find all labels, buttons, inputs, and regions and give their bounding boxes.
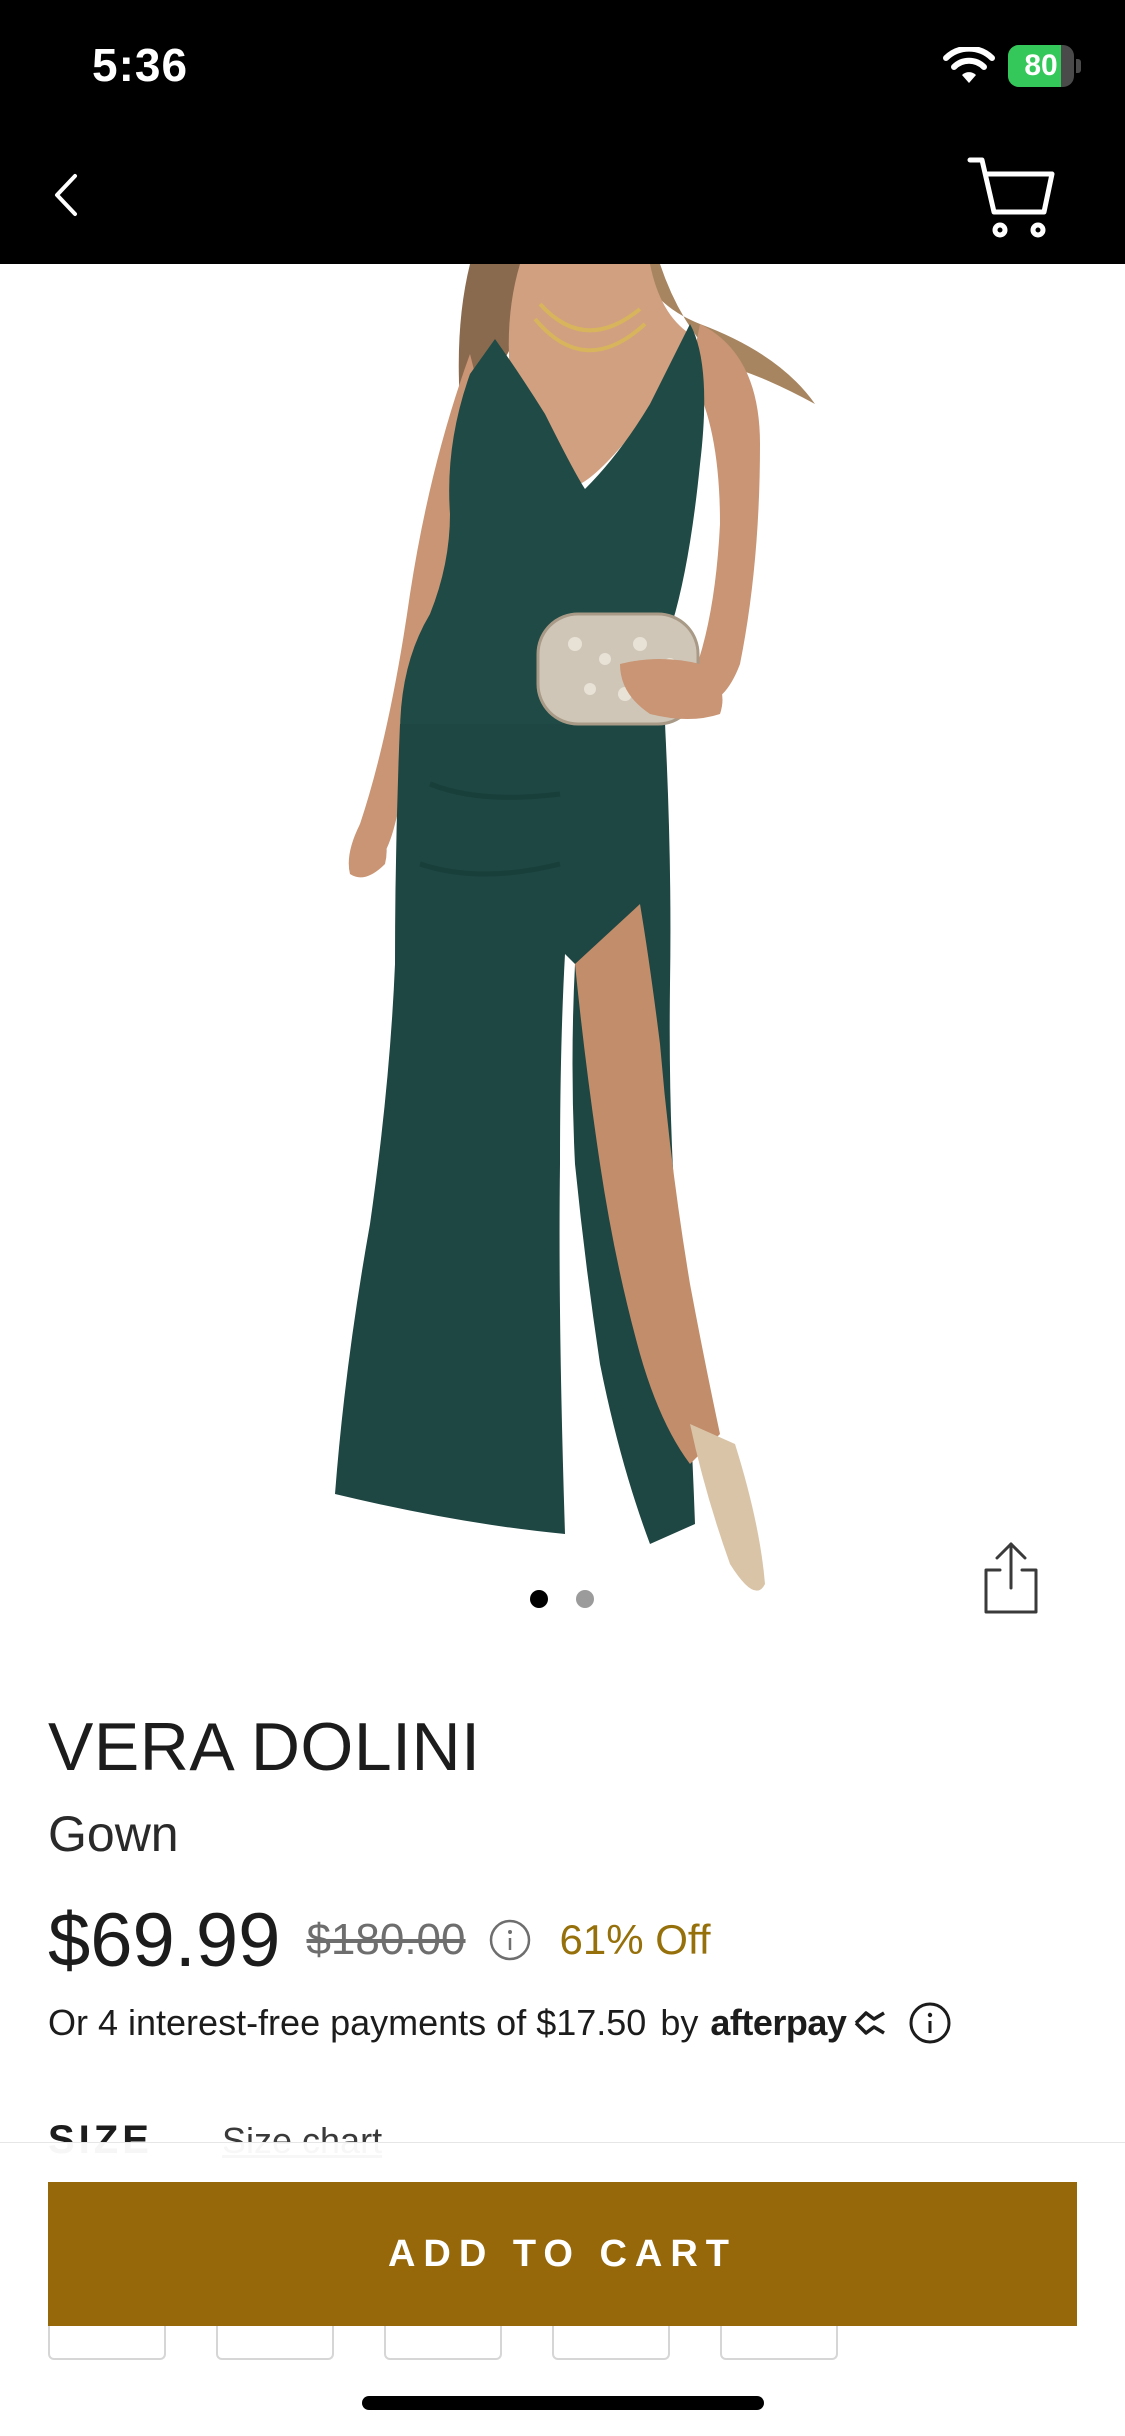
back-button[interactable] (36, 160, 96, 230)
product-photo (0, 264, 1125, 1674)
afterpay-by: by (660, 2002, 699, 2043)
afterpay-info-icon[interactable] (908, 2001, 952, 2045)
chevron-left-icon (55, 174, 77, 216)
product-name: Gown (48, 1806, 179, 1862)
wifi-icon (943, 47, 995, 83)
share-icon (984, 1542, 1038, 1614)
product-brand: VERA DOLINI (48, 1709, 481, 1785)
shopping-cart-icon (967, 157, 1055, 238)
discount-badge: 61% Off (559, 1916, 711, 1963)
size-option[interactable] (48, 2326, 166, 2360)
sale-price: $69.99 (48, 1897, 281, 1983)
original-price: $180.00 (306, 1915, 466, 1964)
cart-button[interactable] (966, 152, 1056, 242)
gallery-dot-1[interactable] (530, 1590, 548, 1608)
share-button[interactable] (980, 1540, 1042, 1616)
size-option[interactable] (384, 2326, 502, 2360)
status-time: 5:36 (92, 39, 189, 91)
battery-indicator: 80 (1008, 45, 1081, 87)
gallery-dot-2[interactable] (576, 1590, 594, 1608)
gallery-pagination[interactable] (530, 1590, 594, 1608)
top-header: 5:36 80 (0, 0, 1125, 264)
size-option[interactable] (216, 2326, 334, 2360)
add-to-cart-button[interactable]: ADD TO CART (48, 2182, 1077, 2326)
size-option[interactable] (720, 2326, 838, 2360)
afterpay-arrows-icon (855, 2011, 886, 2035)
battery-percent: 80 (1024, 49, 1058, 82)
price-info-icon[interactable] (488, 1918, 532, 1962)
afterpay-logo: afterpay (710, 2002, 847, 2043)
size-options (48, 2326, 838, 2360)
price-row: $69.99 $180.00 61% Off (48, 1895, 711, 1985)
afterpay-row: Or 4 interest-free payments of $17.50 by… (48, 2000, 952, 2046)
afterpay-text: Or 4 interest-free payments of $17.50 (48, 2002, 647, 2043)
size-option[interactable] (552, 2326, 670, 2360)
product-image[interactable] (0, 264, 1125, 1674)
home-indicator[interactable] (362, 2396, 764, 2410)
